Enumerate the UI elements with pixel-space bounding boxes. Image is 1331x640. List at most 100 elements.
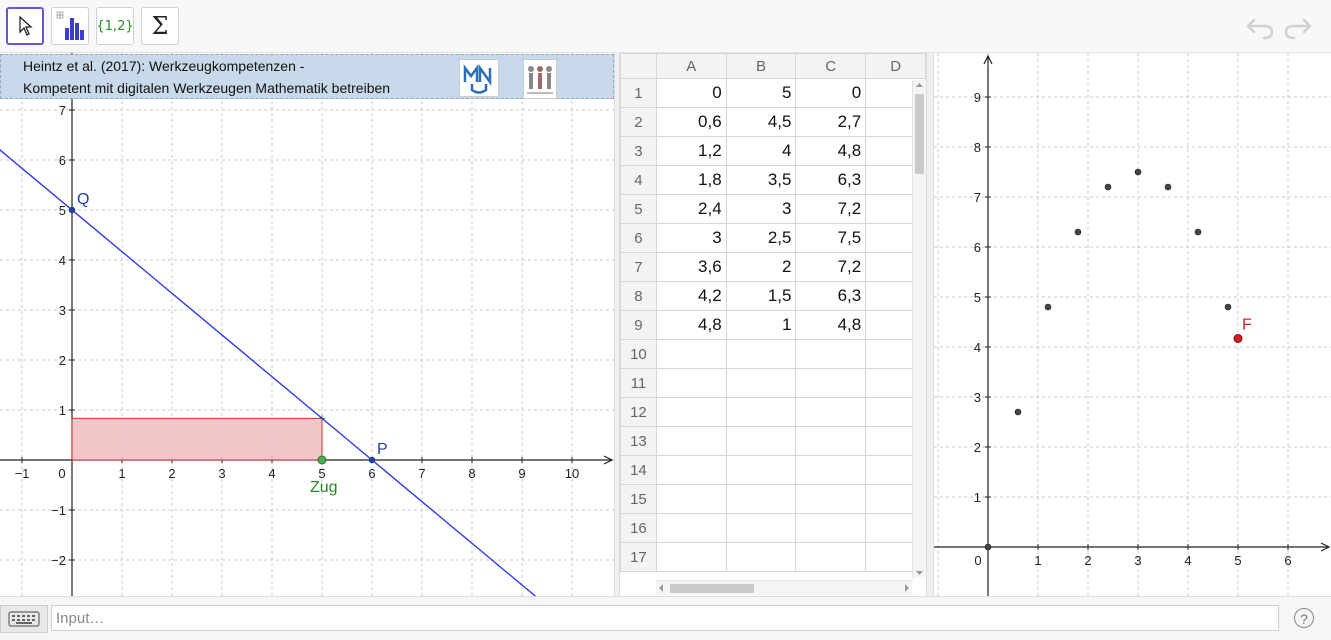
vertical-scrollbar[interactable]: [912, 80, 926, 578]
cell-a[interactable]: [655, 455, 727, 485]
cell-b[interactable]: 4,5: [725, 107, 797, 137]
redo-icon[interactable]: [1282, 12, 1314, 42]
row-header[interactable]: 1: [620, 78, 657, 108]
cell-b[interactable]: 3,5: [725, 165, 797, 195]
cell-b[interactable]: 1,5: [725, 281, 797, 311]
cell-b[interactable]: [725, 339, 797, 369]
row-header[interactable]: 3: [620, 136, 657, 166]
cell-a[interactable]: [655, 542, 727, 572]
cell-a[interactable]: [655, 339, 727, 369]
row-header[interactable]: 5: [620, 194, 657, 224]
keyboard-button[interactable]: [0, 605, 48, 633]
cell-b[interactable]: [725, 397, 797, 427]
cell-a[interactable]: 4,2: [655, 281, 727, 311]
cell-c[interactable]: 4,8: [795, 310, 867, 340]
cell-b[interactable]: 2: [725, 252, 797, 282]
cell-c[interactable]: 7,2: [795, 252, 867, 282]
data-point[interactable]: [1074, 228, 1082, 236]
cell-c[interactable]: 0: [795, 78, 867, 108]
cell-b[interactable]: 4: [725, 136, 797, 166]
cell-c[interactable]: [795, 397, 867, 427]
data-point[interactable]: [1134, 168, 1142, 176]
cell-b[interactable]: [725, 542, 797, 572]
move-tool-button[interactable]: [6, 7, 44, 45]
cell-c[interactable]: 2,7: [795, 107, 867, 137]
row-header[interactable]: 4: [620, 165, 657, 195]
cell-c[interactable]: [795, 339, 867, 369]
spreadsheet-view[interactable]: A B C D 1 0 5 0 2 0,6 4,5 2,7 3 1,2 4 4,8 4 1,8 3,5 6,3…: [620, 53, 926, 596]
cell-b[interactable]: 1: [725, 310, 797, 340]
cell-c[interactable]: [795, 484, 867, 514]
point-q[interactable]: [68, 206, 76, 214]
algebra-input-field[interactable]: [51, 605, 1279, 631]
cell-c[interactable]: 6,3: [795, 281, 867, 311]
cell-b[interactable]: [725, 484, 797, 514]
cell-b[interactable]: 2,5: [725, 223, 797, 253]
row-header[interactable]: 15: [620, 484, 657, 514]
column-header-b[interactable]: B: [725, 53, 797, 79]
vertical-scroll-thumb[interactable]: [915, 94, 924, 174]
row-header[interactable]: 10: [620, 339, 657, 369]
cell-a[interactable]: 1,2: [655, 136, 727, 166]
cell-c[interactable]: 7,5: [795, 223, 867, 253]
scroll-right-icon[interactable]: [902, 581, 912, 595]
scroll-left-icon[interactable]: [656, 581, 666, 595]
list-tool-button[interactable]: {1,2}: [96, 7, 134, 45]
cell-b[interactable]: [725, 368, 797, 398]
line-qp[interactable]: [0, 148, 547, 597]
cell-a[interactable]: 3,6: [655, 252, 727, 282]
cell-c[interactable]: [795, 542, 867, 572]
cell-a[interactable]: 0: [655, 78, 727, 108]
cell-c[interactable]: 6,3: [795, 165, 867, 195]
area-rectangle[interactable]: [71, 417, 323, 461]
row-header[interactable]: 14: [620, 455, 657, 485]
row-header[interactable]: 12: [620, 397, 657, 427]
graphics-view-1[interactable]: −1 0 1 2 3 4 5 6 7 8 9 10 7 6 5 4 3 2 1 −1 −2 Q P Zug Heintz et…: [0, 53, 614, 596]
cell-b[interactable]: 3: [725, 194, 797, 224]
column-header-d[interactable]: D: [865, 53, 926, 79]
cell-b[interactable]: 5: [725, 78, 797, 108]
row-header[interactable]: 11: [620, 368, 657, 398]
cell-c[interactable]: [795, 426, 867, 456]
row-header[interactable]: 16: [620, 513, 657, 543]
data-point[interactable]: [1014, 408, 1022, 416]
cell-a[interactable]: 2,4: [655, 194, 727, 224]
help-button[interactable]: ?: [1294, 608, 1314, 628]
graphics-view-2[interactable]: 0 1 2 3 4 5 6 9 8 7 6 5 4 3 2 1 F: [934, 53, 1331, 596]
data-point[interactable]: [1104, 183, 1112, 191]
column-header-a[interactable]: A: [655, 53, 727, 79]
cell-a[interactable]: [655, 368, 727, 398]
row-header[interactable]: 9: [620, 310, 657, 340]
data-point[interactable]: [1164, 183, 1172, 191]
data-point[interactable]: [1224, 303, 1232, 311]
scroll-up-icon[interactable]: [913, 80, 926, 90]
point-p[interactable]: [368, 456, 376, 464]
cell-c[interactable]: [795, 513, 867, 543]
data-point[interactable]: [1194, 228, 1202, 236]
row-header[interactable]: 17: [620, 542, 657, 572]
corner-cell[interactable]: [620, 53, 657, 79]
sum-tool-button[interactable]: Σ: [141, 7, 179, 45]
row-header[interactable]: 6: [620, 223, 657, 253]
column-header-c[interactable]: C: [795, 53, 867, 79]
scroll-down-icon[interactable]: [913, 568, 926, 578]
row-header[interactable]: 8: [620, 281, 657, 311]
row-header[interactable]: 13: [620, 426, 657, 456]
pane-divider[interactable]: [926, 53, 934, 596]
point-f[interactable]: [1233, 334, 1243, 343]
data-point[interactable]: [1044, 303, 1052, 311]
row-header[interactable]: 2: [620, 107, 657, 137]
cell-c[interactable]: [795, 455, 867, 485]
cell-a[interactable]: [655, 426, 727, 456]
cell-b[interactable]: [725, 513, 797, 543]
cell-a[interactable]: [655, 513, 727, 543]
cell-b[interactable]: [725, 455, 797, 485]
horizontal-scroll-thumb[interactable]: [670, 584, 754, 593]
cell-a[interactable]: 3: [655, 223, 727, 253]
graphics-1-canvas[interactable]: −1 0 1 2 3 4 5 6 7 8 9 107654321−1−2QPZug: [0, 53, 614, 596]
cell-a[interactable]: [655, 484, 727, 514]
undo-icon[interactable]: [1244, 12, 1276, 42]
horizontal-scrollbar[interactable]: [656, 580, 912, 595]
cell-a[interactable]: 0,6: [655, 107, 727, 137]
cell-b[interactable]: [725, 426, 797, 456]
